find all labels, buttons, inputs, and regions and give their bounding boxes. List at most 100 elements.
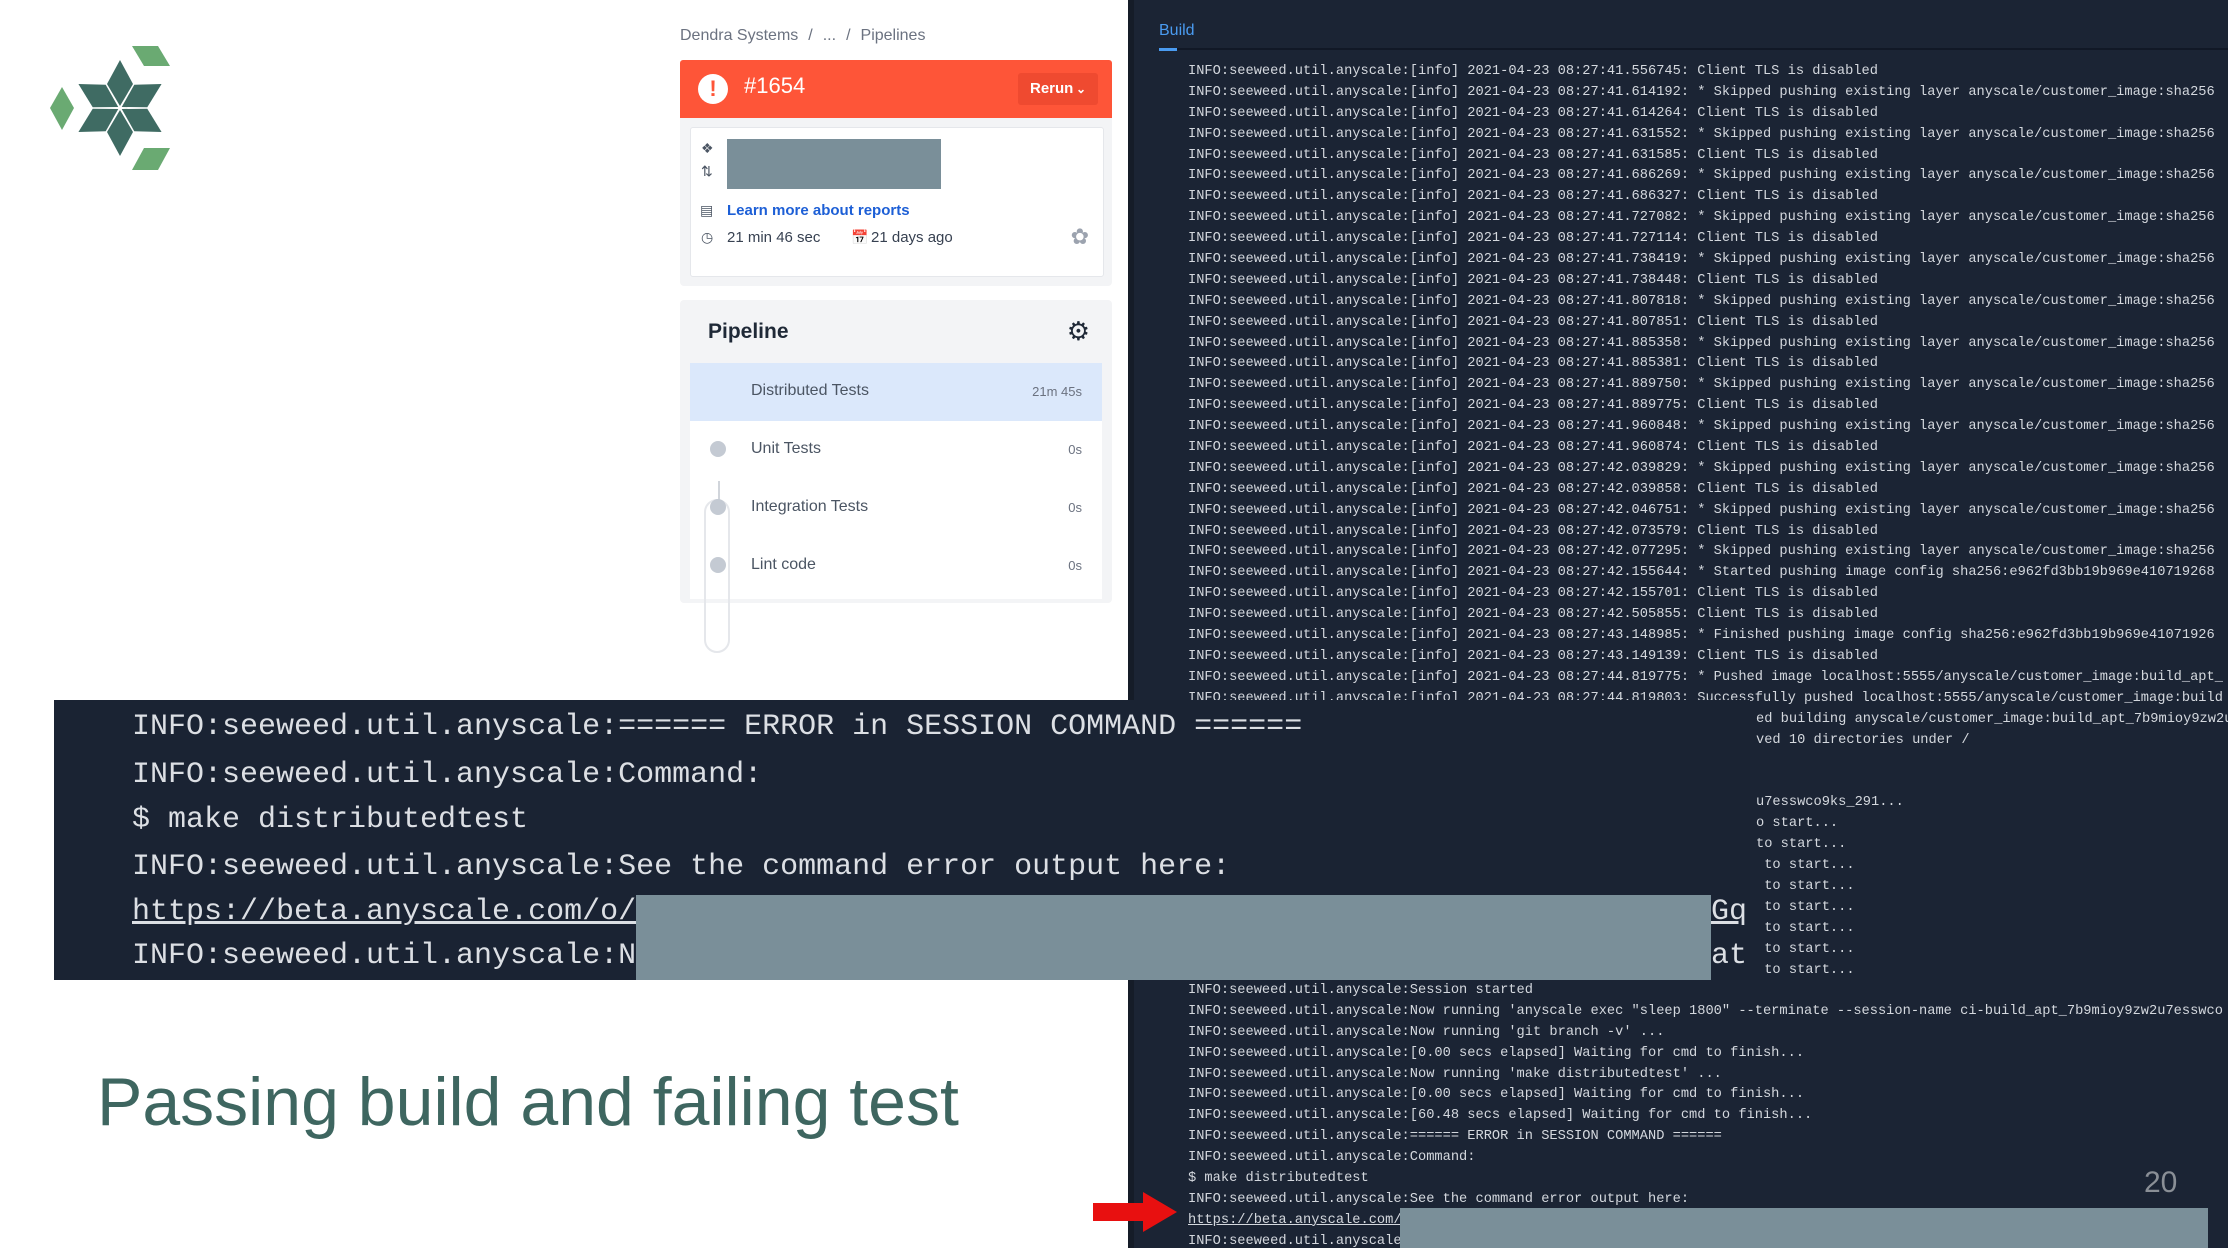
clock-icon: ◷ (701, 229, 714, 245)
log-line: INFO:seeweed.util.anyscale:Now running '… (1188, 1003, 2223, 1019)
slide-title: Passing build and failing test (97, 1064, 959, 1140)
pipeline-card: Pipeline ⚙ Distributed Tests 21m 45s Uni… (680, 300, 1112, 653)
log-line: INFO:seeweed.util.anyscale:[info] 2021-0… (1188, 126, 2215, 142)
log-line: INFO:seeweed.util.anyscale:[info] 2021-0… (1188, 628, 2215, 644)
build-duration: 21 min 46 sec (727, 229, 821, 246)
log-line: INFO:seeweed.util.anyscale:Now running '… (1188, 1066, 1722, 1082)
redacted-url (636, 895, 1711, 980)
breadcrumb-item-ellipsis[interactable]: ... (823, 26, 836, 46)
chevron-down-icon: ⌄ (1075, 82, 1086, 96)
red-arrow-icon (1093, 1192, 1177, 1232)
excerpt-line: $ make distributedtest (132, 803, 529, 837)
log-line: to start... (1756, 899, 1855, 915)
pipeline-steps: Distributed Tests 21m 45s Unit Tests 0s … (690, 363, 1102, 653)
redacted-url (1400, 1208, 2208, 1248)
log-line: to start... (1756, 837, 1847, 853)
tree-avatar-icon: ✿ (1070, 224, 1089, 249)
pending-status-icon (710, 557, 726, 573)
report-icon: ▤ (700, 202, 714, 218)
excerpt-line: INFO:seeweed.util.anyscale:N (132, 939, 637, 973)
log-line: INFO:seeweed.util.anyscale:[info] 2021-0… (1188, 607, 1878, 623)
pipeline-step[interactable]: Unit Tests 0s (690, 421, 1102, 479)
calendar-icon: 📅 (851, 229, 869, 245)
log-line: INFO:seeweed.util.anyscale:====== ERROR … (1188, 1129, 1722, 1145)
step-label: Unit Tests (751, 440, 821, 457)
error-icon: ! (698, 74, 728, 104)
tab-build[interactable]: Build (1159, 22, 1195, 40)
log-line: INFO:seeweed.util.anyscale:Command: (1188, 1150, 1476, 1166)
log-line: INFO:seeweed.util.anyscale:[info] 2021-0… (1188, 669, 2223, 685)
pending-status-icon (710, 441, 726, 457)
step-duration: 0s (1068, 442, 1082, 457)
log-line: INFO:seeweed.util.anyscale:[info] 2021-0… (1188, 231, 1878, 247)
pipeline-step[interactable]: Lint code 0s (690, 537, 1102, 595)
breadcrumb-separator: / (846, 27, 851, 44)
zoomed-log-excerpt: INFO:seeweed.util.anyscale:====== ERROR … (54, 700, 1750, 980)
log-line: INFO:seeweed.util.anyscale:[info] 2021-0… (1188, 419, 2215, 435)
breadcrumb-item-pipelines[interactable]: Pipelines (861, 26, 926, 46)
commit-icon: ❖ (701, 140, 714, 156)
log-line: to start... (1756, 879, 1855, 895)
log-line: INFO:seeweed.util.anyscale:[info] 2021-0… (1188, 586, 1878, 602)
log-line: INFO:seeweed.util.anyscale:[info] 2021-0… (1188, 210, 2215, 226)
log-line: to start... (1756, 858, 1855, 874)
log-line: INFO:seeweed.util.anyscale:[0.00 secs el… (1188, 1045, 1805, 1061)
log-line: INFO:seeweed.util.anyscale:[60.48 secs e… (1188, 1108, 1813, 1124)
log-line: INFO:seeweed.util.anyscale:[info] 2021-0… (1188, 502, 2215, 518)
log-line: u7esswco9ks_291... (1756, 795, 1904, 811)
log-line: INFO:seeweed.util.anyscale:[info] 2021-0… (1188, 481, 1878, 497)
step-label: Integration Tests (751, 498, 869, 515)
build-number: #1654 (744, 73, 806, 98)
pipeline-step[interactable]: Integration Tests 0s (690, 479, 1102, 537)
breadcrumb-item-org[interactable]: Dendra Systems (680, 26, 798, 46)
excerpt-tail: at (1711, 939, 1748, 973)
log-line: INFO:seeweed.util.anyscale:[info] 2021-0… (1188, 335, 2215, 351)
step-label: Lint code (751, 556, 816, 573)
step-label: Distributed Tests (751, 382, 869, 399)
pipeline-step[interactable]: Distributed Tests 21m 45s (690, 363, 1102, 421)
log-line: INFO:seeweed.util.anyscale:[info] 2021-0… (1188, 272, 1878, 288)
log-line: INFO:seeweed.util.anyscale:[info] 2021-0… (1188, 168, 2215, 184)
log-line: ved 10 directories under / (1756, 732, 1970, 748)
error-output-link[interactable]: https://beta.anyscale.com/o/ (132, 895, 636, 929)
log-line: INFO:seeweed.util.anyscale:Session start… (1188, 983, 1533, 998)
build-log-panel: Build INFO:seeweed.util.anyscale:[info] … (1128, 0, 2228, 1249)
breadcrumb: Dendra Systems /... / Pipelines (680, 26, 925, 46)
active-tab-indicator (1159, 48, 1177, 51)
log-line: INFO:seeweed.util.anyscale:[info] 2021-0… (1188, 523, 1878, 539)
log-line: INFO:seeweed.util.anyscale:Now running '… (1188, 1024, 1665, 1040)
build-status-header: ! #1654 Rerun ⌄ (680, 60, 1112, 118)
build-info-card: ❖ ⇅ ▤ Learn more about reports ◷ 21 min … (690, 127, 1104, 277)
excerpt-line: INFO:seeweed.util.anyscale:====== ERROR … (132, 710, 1303, 744)
step-duration: 0s (1068, 558, 1082, 573)
log-line: INFO:seeweed.util.anyscale:[info] 2021-0… (1188, 147, 1878, 163)
log-line: INFO:seeweed.util.anyscale:[info] 2021-0… (1188, 460, 2215, 476)
log-line: INFO:seeweed.util.anyscale:[info] 2021-0… (1188, 440, 1878, 456)
excerpt-line: INFO:seeweed.util.anyscale:Command: (132, 758, 763, 792)
pending-status-icon (710, 499, 726, 515)
gear-icon[interactable]: ⚙ (1067, 316, 1090, 347)
log-line: o start... (1756, 816, 1839, 832)
excerpt-tail: Gq (1711, 895, 1748, 929)
log-line: to start... (1756, 920, 1855, 936)
log-line: ed building anyscale/customer_image:buil… (1756, 711, 2228, 727)
excerpt-line: INFO:seeweed.util.anyscale:See the comma… (132, 850, 1231, 884)
log-line: INFO:seeweed.util.anyscale:[info] 2021-0… (1188, 648, 1878, 664)
learn-more-reports-link[interactable]: Learn more about reports (727, 202, 910, 219)
redacted-commit-info (727, 139, 941, 189)
log-line: INFO:seeweed.util.anyscale:[info] 2021-0… (1188, 398, 1878, 414)
log-line: INFO:seeweed.util.anyscale:[info] 2021-0… (1188, 252, 2215, 268)
rerun-label: Rerun (1030, 80, 1074, 97)
rerun-button[interactable]: Rerun ⌄ (1018, 73, 1098, 105)
log-line: INFO:seeweed.util.anyscale:[info] 2021-0… (1188, 565, 2215, 581)
log-line: to start... (1756, 962, 1855, 978)
build-info: ❖ ⇅ ▤ Learn more about reports ◷ 21 min … (680, 118, 1112, 286)
log-line: INFO:seeweed.util.anyscale:[0.00 secs el… (1188, 1087, 1805, 1103)
build-age: 21 days ago (871, 229, 953, 246)
log-line: INFO:seeweed.util.anyscale:[info] 2021-0… (1188, 64, 1878, 79)
log-line: INFO:seeweed.util.anyscale:[info] 2021-0… (1188, 377, 2215, 393)
log-line: INFO:seeweed.util.anyscale:[info] 2021-0… (1188, 84, 2215, 100)
